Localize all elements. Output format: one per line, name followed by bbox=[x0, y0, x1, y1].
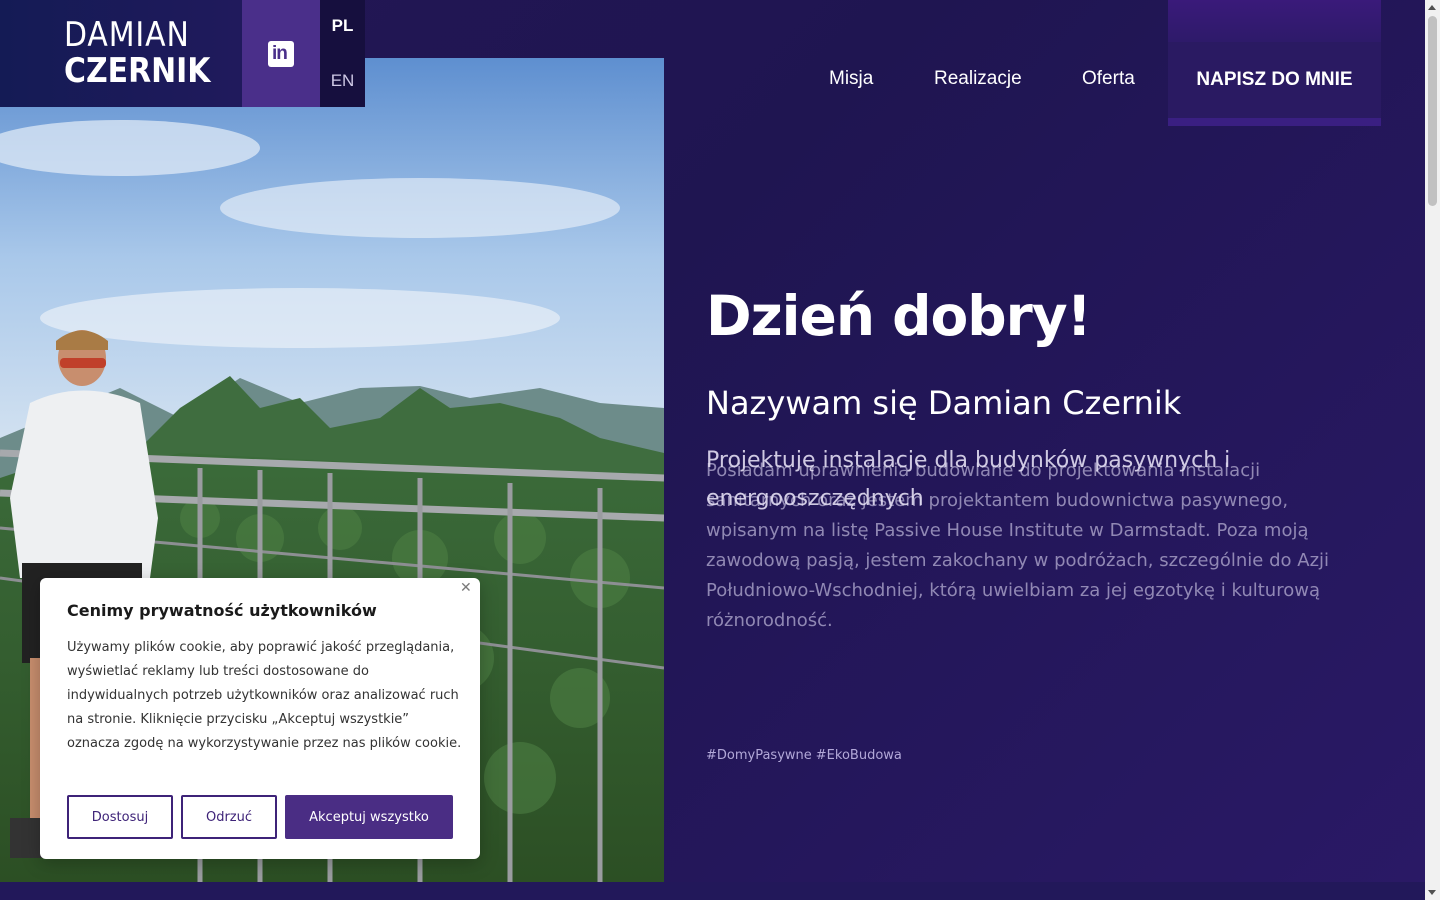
nav-oferta[interactable]: Oferta bbox=[1082, 68, 1135, 90]
bottom-strip bbox=[0, 882, 1425, 900]
logo-line-2: CZERNIK bbox=[64, 51, 211, 91]
close-icon[interactable]: ✕ bbox=[460, 581, 472, 595]
linkedin-link[interactable]: in bbox=[242, 0, 320, 107]
scroll-down-arrow-icon[interactable] bbox=[1428, 890, 1436, 895]
hero-title: Dzień dobry! bbox=[706, 284, 1092, 348]
logo-line-1: DAMIAN bbox=[64, 15, 190, 55]
customize-button[interactable]: Dostosuj bbox=[67, 795, 173, 839]
nav-realizacje[interactable]: Realizacje bbox=[934, 68, 1022, 90]
logo[interactable]: DAMIAN CZERNIK bbox=[0, 0, 242, 107]
cookie-text: Używamy plików cookie, aby poprawić jako… bbox=[67, 640, 462, 751]
nav-misja[interactable]: Misja bbox=[829, 68, 873, 90]
tag[interactable]: #DomyPasywne bbox=[706, 748, 812, 763]
reject-button[interactable]: Odrzuć bbox=[181, 795, 277, 839]
scroll-thumb[interactable] bbox=[1428, 16, 1437, 206]
lang-pl[interactable]: PL bbox=[320, 0, 365, 54]
cookie-title: Cenimy prywatność użytkowników bbox=[67, 601, 377, 620]
tag[interactable]: #EkoBudowa bbox=[816, 748, 902, 763]
lang-en[interactable]: EN bbox=[320, 54, 365, 107]
cookie-consent-dialog: ✕ Cenimy prywatność użytkowników Używamy… bbox=[40, 578, 480, 859]
scrollbar[interactable] bbox=[1425, 0, 1440, 900]
scroll-up-arrow-icon[interactable] bbox=[1428, 5, 1436, 10]
language-switcher: PL EN bbox=[320, 0, 365, 107]
hero-name: Nazywam się Damian Czernik bbox=[706, 384, 1182, 422]
hashtags: #DomyPasywne #EkoBudowa bbox=[706, 748, 906, 763]
accept-all-button[interactable]: Akceptuj wszystko bbox=[285, 795, 453, 839]
contact-cta-button[interactable]: NAPISZ DO MNIE bbox=[1168, 42, 1381, 118]
hero-subtitle: Projektuję instalacje dla budynków pasyw… bbox=[706, 448, 1231, 511]
linkedin-icon: in bbox=[268, 40, 294, 67]
